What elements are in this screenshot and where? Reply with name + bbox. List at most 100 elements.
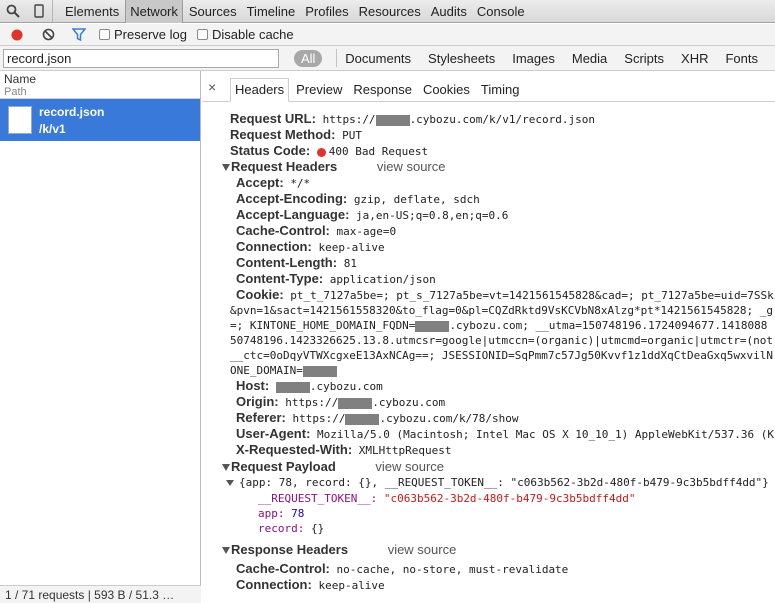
response-headers-title: Response Headers bbox=[231, 542, 349, 557]
header-value: max-age=0 bbox=[336, 225, 397, 238]
clear-icon[interactable] bbox=[37, 25, 59, 45]
payload-field-row: __REQUEST_TOKEN__: "c063b562-3b2d-480f-b… bbox=[202, 491, 775, 506]
header-row: Cache-Control: max-age=0 bbox=[202, 223, 775, 239]
header-row: User-Agent: Mozilla/5.0 (Macintosh; Inte… bbox=[202, 426, 775, 442]
header-row: Origin: https:// .cybozu.com bbox=[202, 394, 775, 410]
payload-value: 78 bbox=[291, 507, 305, 520]
header-row: Host: .cybozu.com bbox=[202, 378, 775, 394]
filter-scripts[interactable]: Scripts bbox=[624, 51, 664, 66]
request-method-label: Request Method: bbox=[230, 127, 336, 142]
filter-xhr[interactable]: XHR bbox=[681, 51, 708, 66]
tab-preview[interactable]: Preview bbox=[292, 79, 346, 101]
header-value: no-cache, no-store, must-revalidate bbox=[336, 563, 569, 576]
filter-documents[interactable]: Documents bbox=[345, 51, 411, 66]
header-row: Referer: https:// .cybozu.com/k/78/show bbox=[202, 410, 775, 426]
payload-key: app: bbox=[258, 507, 285, 520]
header-value: keep-alive bbox=[318, 241, 385, 254]
header-name: Cache-Control: bbox=[236, 223, 330, 238]
cookie-value-line: ONE_DOMAIN= bbox=[230, 364, 303, 377]
request-url-prefix: https:// bbox=[322, 113, 376, 126]
tab-profiles[interactable]: Profiles bbox=[301, 0, 352, 23]
network-status-bar: 1 / 71 requests | 593 B / 51.3 … bbox=[0, 585, 201, 603]
status-code-value: 400 Bad Request bbox=[328, 145, 429, 158]
headers-content: Request URL: https:// .cybozu.com/k/v1/re… bbox=[202, 111, 775, 593]
disable-cache-checkbox[interactable]: Disable cache bbox=[196, 27, 294, 42]
payload-summary-row[interactable]: {app: 78, record: {}, __REQUEST_TOKEN__:… bbox=[202, 475, 775, 491]
header-row: Cache-Control: no-cache, no-store, must-… bbox=[202, 561, 775, 577]
request-list-pane: Name Path record.json /k/v1 1 / 71 reque… bbox=[0, 71, 201, 603]
request-url-label: Request URL: bbox=[230, 111, 316, 126]
request-payload-section[interactable]: Request Payload view source bbox=[202, 459, 775, 475]
record-button[interactable] bbox=[6, 25, 28, 45]
filter-row: All Documents Stylesheets Images Media S… bbox=[0, 46, 775, 71]
header-value: XMLHttpRequest bbox=[358, 444, 452, 457]
tab-console[interactable]: Console bbox=[473, 0, 529, 23]
filter-divider bbox=[336, 49, 338, 67]
filter-input[interactable] bbox=[3, 48, 279, 68]
view-source-link[interactable]: view source bbox=[377, 159, 446, 174]
tab-timing[interactable]: Timing bbox=[477, 79, 524, 101]
header-name: Content-Type: bbox=[236, 271, 324, 286]
redacted-block bbox=[338, 397, 373, 409]
redacted-block bbox=[375, 114, 410, 126]
cookie-value-line: .cybozu.com; __utma=150748196.1724094677… bbox=[449, 319, 768, 332]
expand-triangle-icon bbox=[222, 464, 230, 471]
header-value: 81 bbox=[343, 257, 357, 270]
payload-key: __REQUEST_TOKEN__: bbox=[258, 492, 378, 505]
tab-sources[interactable]: Sources bbox=[185, 0, 241, 23]
header-row: Accept: */* bbox=[202, 175, 775, 191]
header-name: Connection: bbox=[236, 577, 312, 592]
tab-resources[interactable]: Resources bbox=[355, 0, 425, 23]
request-method-value: PUT bbox=[342, 129, 362, 142]
request-path: /k/v1 bbox=[39, 121, 66, 136]
cookie-value-line: __ctc=0oDqyVTWXcgxeE13AxNCAg==; JSESSION… bbox=[230, 349, 774, 362]
tab-cookies[interactable]: Cookies bbox=[419, 79, 474, 101]
header-value: Mozilla/5.0 (Macintosh; Intel Mac OS X 1… bbox=[317, 428, 774, 441]
device-mode-icon[interactable] bbox=[26, 0, 52, 23]
request-row[interactable]: record.json /k/v1 bbox=[0, 99, 200, 141]
header-row: Connection: keep-alive bbox=[202, 239, 775, 255]
header-value: gzip, deflate, sdch bbox=[353, 193, 480, 206]
header-name: Referer: bbox=[236, 410, 286, 425]
devtools-top-bar: Elements Network Sources Timeline Profil… bbox=[0, 0, 775, 23]
tab-response[interactable]: Response bbox=[349, 79, 416, 101]
response-headers-section[interactable]: Response Headers view source bbox=[202, 542, 775, 558]
column-path: Path bbox=[4, 86, 27, 98]
request-list-header[interactable]: Name Path bbox=[0, 71, 200, 99]
close-icon[interactable]: × bbox=[208, 79, 222, 95]
request-url-suffix: .cybozu.com/k/v1/record.json bbox=[409, 113, 595, 126]
view-source-link[interactable]: view source bbox=[375, 459, 444, 474]
header-row: Accept-Encoding: gzip, deflate, sdch bbox=[202, 191, 775, 207]
view-source-link[interactable]: view source bbox=[388, 542, 457, 557]
request-detail-pane: × Headers Preview Response Cookies Timin… bbox=[202, 71, 775, 603]
network-toolbar: Preserve log Disable cache bbox=[0, 24, 775, 46]
inspect-search-icon[interactable] bbox=[0, 0, 26, 23]
header-name: Origin: bbox=[236, 394, 279, 409]
request-headers-section[interactable]: Request Headers view source bbox=[202, 159, 775, 175]
tab-elements[interactable]: Elements bbox=[61, 0, 123, 23]
cookie-continuation: __ctc=0oDqyVTWXcgxeE13AxNCAg==; JSESSION… bbox=[202, 348, 775, 363]
tab-headers[interactable]: Headers bbox=[230, 78, 290, 102]
filter-icon[interactable] bbox=[68, 25, 90, 45]
filter-images[interactable]: Images bbox=[512, 51, 555, 66]
header-row: Accept-Language: ja,en-US;q=0.8,en;q=0.6 bbox=[202, 207, 775, 223]
checkbox-box bbox=[196, 29, 208, 40]
expand-triangle-icon bbox=[222, 164, 230, 171]
header-name: Accept: bbox=[236, 175, 284, 190]
status-code-row: Status Code: 400 Bad Request bbox=[202, 143, 775, 159]
filter-media[interactable]: Media bbox=[572, 51, 607, 66]
tab-network[interactable]: Network bbox=[125, 0, 183, 23]
redacted-block bbox=[302, 365, 337, 377]
cookie-continuation: &pvn=1&sact=1421561558320&to_flag=0&pl=C… bbox=[202, 303, 775, 318]
filter-stylesheets[interactable]: Stylesheets bbox=[428, 51, 495, 66]
tab-timeline[interactable]: Timeline bbox=[243, 0, 300, 23]
payload-summary: {app: 78, record: {}, __REQUEST_TOKEN__:… bbox=[239, 476, 769, 489]
preserve-log-checkbox[interactable]: Preserve log bbox=[99, 27, 187, 42]
header-name: Accept-Encoding: bbox=[236, 191, 348, 206]
redacted-block bbox=[415, 320, 450, 332]
filter-all[interactable]: All bbox=[293, 49, 323, 67]
header-value: https:// bbox=[285, 396, 339, 409]
filter-fonts[interactable]: Fonts bbox=[725, 51, 758, 66]
expand-triangle-icon bbox=[222, 547, 230, 554]
tab-audits[interactable]: Audits bbox=[427, 0, 471, 23]
